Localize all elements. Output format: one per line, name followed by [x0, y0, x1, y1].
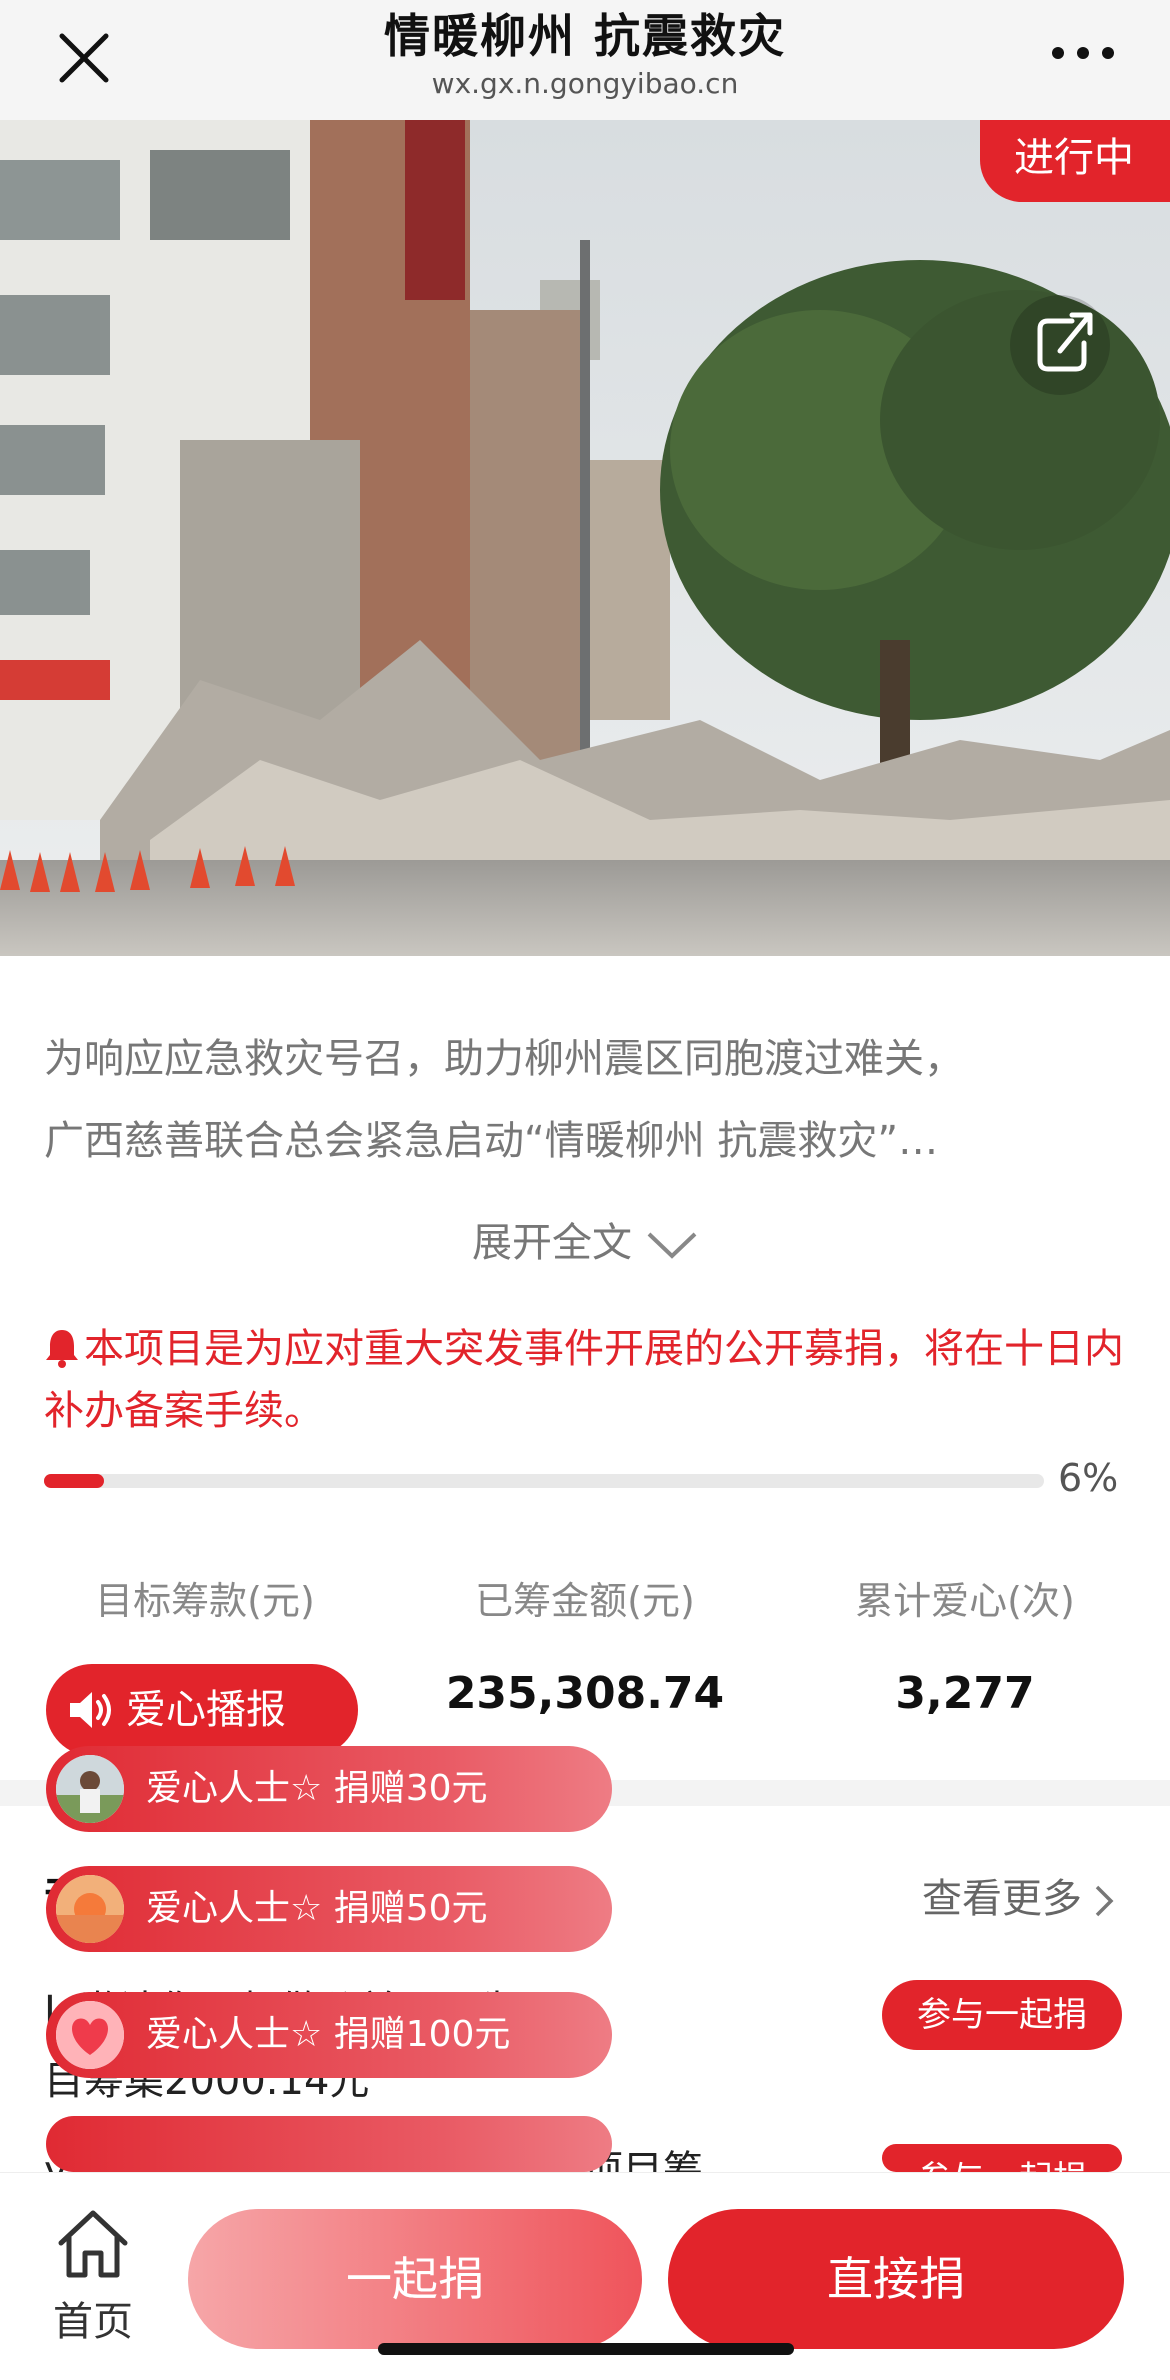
donation-ticker-item: 爱心人士☆ 捐赠100元 — [46, 1992, 612, 2078]
stat-label: 已筹金额(元) — [475, 1579, 695, 1623]
status-badge: 进行中 — [980, 120, 1170, 202]
home-label: 首页 — [53, 2299, 133, 2345]
stat-value: 235,308.74 — [445, 1668, 725, 1719]
stat-raised: 已筹金额(元) 235,308.74 — [395, 1576, 775, 1724]
top-bar: 情暖柳州 抗震救灾 wx.gx.n.gongyibao.cn — [0, 0, 1170, 120]
avatar — [56, 2001, 124, 2069]
home-indicator — [378, 2343, 794, 2355]
page-domain: wx.gx.n.gongyibao.cn — [431, 67, 739, 100]
donation-text: 爱心人士☆ 捐赠100元 — [146, 2014, 511, 2055]
donation-text: 爱心人士☆ 捐赠30元 — [146, 1768, 488, 1809]
page-title: 情暖柳州 抗震救灾 — [383, 9, 786, 63]
donation-ticker-item: 爱心人士☆ 捐赠50元 — [46, 1866, 612, 1952]
view-more-label: 查看更多 — [922, 1876, 1082, 1922]
more-options-icon[interactable] — [1048, 38, 1118, 68]
join-donate-button[interactable]: 参与一起捐 — [882, 2144, 1122, 2172]
stat-label: 累计爱心(次) — [855, 1579, 1075, 1623]
stat-value: 3,277 — [895, 1668, 1035, 1719]
progress-percent: 6% — [1058, 1456, 1119, 1500]
view-more-link[interactable]: 查看更多 — [922, 1866, 1114, 1924]
home-tab[interactable]: 首页 — [40, 2207, 146, 2347]
home-icon — [58, 2210, 128, 2278]
earthquake-scene-image — [0, 120, 1170, 956]
donation-ticker-item — [46, 2116, 612, 2172]
title-block: 情暖柳州 抗震救灾 wx.gx.n.gongyibao.cn — [0, 6, 1170, 102]
speaker-icon — [70, 1692, 111, 1728]
hero-image: 进行中 — [0, 120, 1170, 956]
stat-label: 目标筹款(元) — [95, 1579, 315, 1623]
stat-target: 目标筹款(元) — [15, 1576, 395, 1664]
love-broadcast-button[interactable]: 爱心播报 — [46, 1664, 358, 1756]
share-icon — [1037, 312, 1093, 372]
donation-ticker-item: 爱心人士☆ 捐赠30元 — [46, 1746, 612, 1832]
expand-label: 展开全文 — [472, 1220, 632, 1266]
fundraising-notice: 本项目是为应对重大突发事件开展的公开募捐，将在十日内补办备案手续。 — [44, 1318, 1134, 1442]
project-intro: 为响应应急救灾号召，助力柳州震区同胞渡过难关， 广西慈善联合总会紧急启动“情暖柳… — [44, 1018, 1134, 1182]
join-donate-button[interactable]: 参与一起捐 — [882, 1980, 1122, 2050]
notice-text: 本项目是为应对重大突发事件开展的公开募捐，将在十日内补办备案手续。 — [44, 1326, 1124, 1434]
avatar — [56, 1755, 124, 1823]
donate-directly-button[interactable]: 直接捐 — [668, 2209, 1124, 2349]
chevron-right-icon — [1095, 1885, 1114, 1917]
progress-bar — [44, 1474, 1044, 1488]
intro-line: 为响应应急救灾号召，助力柳州震区同胞渡过难关， — [44, 1036, 964, 1082]
donation-text: 爱心人士☆ 捐赠50元 — [146, 1888, 488, 1929]
donate-together-button[interactable]: 一起捐 — [188, 2209, 642, 2349]
broadcast-label: 爱心播报 — [126, 1687, 286, 1733]
intro-line: 广西慈善联合总会紧急启动“情暖柳州 抗震救灾”… — [44, 1118, 939, 1164]
bell-icon — [46, 1330, 78, 1368]
chevron-down-icon — [647, 1232, 697, 1259]
stat-donations: 累计爱心(次) 3,277 — [775, 1576, 1155, 1724]
progress-fill — [44, 1474, 104, 1488]
avatar — [56, 1875, 124, 1943]
share-button[interactable] — [1010, 295, 1110, 395]
expand-full-text-button[interactable]: 展开全文 — [0, 1210, 1170, 1268]
